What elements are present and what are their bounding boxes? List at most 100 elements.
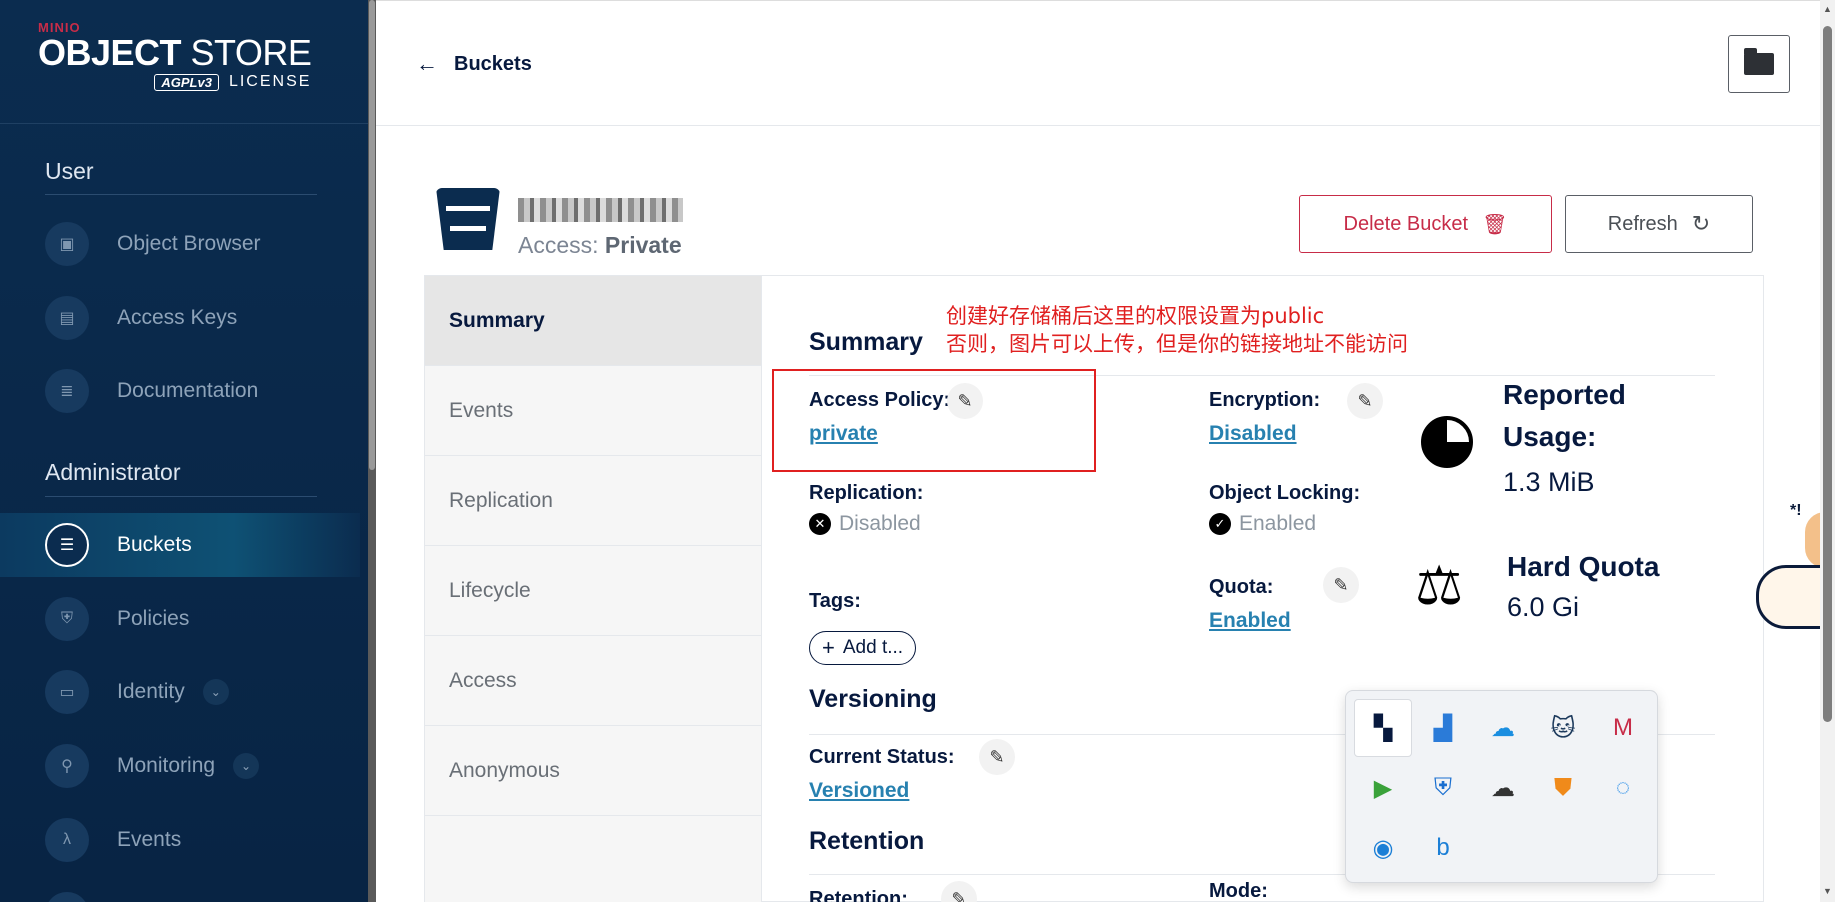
play-icon[interactable]: ▶ (1354, 759, 1412, 817)
annotation-text: 创建好存储桶后这里的权限设置为public 否则，图片可以上传，但是你的链接地址… (946, 304, 1408, 356)
bing-icon[interactable]: b (1414, 819, 1472, 877)
defender-warning-icon[interactable]: ⛨ (1414, 759, 1472, 817)
logo-license: AGPLv3 LICENSE (38, 73, 311, 91)
page-scrollbar[interactable]: ▲ ▼ (1820, 0, 1835, 902)
refresh-label: Refresh (1607, 212, 1678, 235)
tiers-icon (45, 892, 89, 902)
sidebar-item-label: Buckets (117, 533, 192, 556)
sidebar-item-monitoring[interactable]: ⚲ Monitoring ⌄ (0, 734, 360, 798)
bucket-name-redacted (518, 198, 683, 222)
divider (0, 123, 368, 124)
sidebar-item-policies[interactable]: ⛨ Policies (0, 587, 360, 651)
quota-value-link[interactable]: Enabled (1209, 609, 1291, 633)
delete-bucket-label: Delete Bucket (1343, 212, 1469, 235)
tab-access[interactable]: Access (425, 636, 761, 726)
identity-icon: ▭ (45, 670, 89, 714)
refresh-icon: ↻ (1691, 211, 1711, 236)
sidebar-item-identity[interactable]: ▭ Identity ⌄ (0, 660, 360, 724)
replication-label: Replication: (809, 482, 924, 504)
summary-heading: Summary (809, 328, 923, 356)
sparkle-icon: *! (1790, 502, 1802, 519)
chat-icon[interactable]: ◌ (1594, 759, 1652, 817)
versioning-heading: Versioning (809, 685, 937, 713)
tab-summary[interactable]: Summary (425, 276, 761, 366)
folder-icon (1744, 48, 1774, 75)
x-circle-icon: ✕ (809, 513, 831, 535)
object-locking-label: Object Locking: (1209, 482, 1361, 504)
sidebar-item-label: Policies (117, 607, 190, 630)
section-user: User (45, 158, 94, 184)
tab-replication[interactable]: Replication (425, 456, 761, 546)
edit-quota-pencil-icon[interactable]: ✎ (1323, 567, 1359, 603)
bucket-large-icon (436, 188, 500, 250)
bucket-tabs: Summary Events Replication Lifecycle Acc… (425, 276, 762, 902)
reported-usage-value: 1.3 MiB (1503, 467, 1595, 497)
app-grid-icon[interactable]: ▚ (1354, 699, 1412, 757)
edit-retention-pencil-icon[interactable]: ✎ (941, 881, 977, 902)
bucket-icon: ☰ (45, 523, 89, 567)
gavel-icon: ⚖ (1415, 556, 1464, 616)
sidebar-item-buckets[interactable]: ☰ Buckets (0, 513, 360, 577)
minio-logo[interactable]: MINIO OBJECT STORE AGPLv3 LICENSE (38, 20, 312, 91)
replication-status: ✕ Disabled (809, 512, 921, 536)
edit-encryption-pencil-icon[interactable]: ✎ (1347, 383, 1383, 419)
arrow-left-icon: ← (416, 51, 438, 76)
tags-label: Tags: (809, 590, 861, 612)
sidebar-item-label: Object Browser (117, 232, 261, 255)
back-label: Buckets (454, 52, 532, 75)
mascot-widget[interactable] (1756, 565, 1826, 629)
chevron-down-icon[interactable]: ⌄ (233, 753, 260, 779)
divider (45, 496, 317, 497)
retention-label: Retention: (809, 888, 908, 902)
shield-icon: ⛨ (45, 597, 89, 641)
sidebar-item-label: Monitoring (117, 754, 216, 777)
sidebar-item-documentation[interactable]: ≣ Documentation (0, 359, 360, 423)
back-to-buckets-link[interactable]: ← Buckets (416, 51, 532, 77)
image-viewer-icon[interactable]: ▟ (1414, 699, 1472, 757)
usage-pie-icon (1421, 416, 1473, 468)
hard-quota-value: 6.0 Gi (1507, 592, 1580, 622)
tab-anonymous[interactable]: Anonymous (425, 726, 761, 816)
chevron-down-icon[interactable]: ⌄ (202, 679, 229, 705)
sidebar-item-events[interactable]: λ Events (0, 808, 360, 872)
edge-icon[interactable]: ◉ (1354, 819, 1412, 877)
versioning-status-link[interactable]: Versioned (809, 779, 909, 803)
object-locking-status: ✓ Enabled (1209, 512, 1316, 536)
page-header: ← Buckets (376, 0, 1820, 126)
sidebar-item-label: Access Keys (117, 306, 238, 329)
monitoring-icon: ⚲ (45, 744, 89, 788)
divider (45, 194, 317, 195)
annotation-highlight-box (772, 369, 1096, 472)
edit-versioning-pencil-icon[interactable]: ✎ (979, 739, 1015, 775)
sidebar: MINIO OBJECT STORE AGPLv3 LICENSE User ▣… (0, 0, 368, 902)
reported-usage-title: Reported Usage: (1503, 379, 1626, 452)
tab-events[interactable]: Events (425, 366, 761, 456)
retention-heading: Retention (809, 827, 925, 855)
hard-quota-title: Hard Quota (1507, 551, 1660, 582)
sidebar-item-partial[interactable] (0, 882, 360, 902)
section-administrator: Administrator (45, 459, 181, 485)
delete-bucket-button[interactable]: Delete Bucket 🗑 (1299, 195, 1552, 253)
logo-title: OBJECT STORE (38, 32, 312, 73)
cloud-icon[interactable]: ☁ (1474, 699, 1532, 757)
refresh-button[interactable]: Refresh ↻ (1565, 195, 1753, 253)
sidebar-scrollbar[interactable] (368, 0, 376, 902)
encryption-value-link[interactable]: Disabled (1209, 422, 1297, 446)
cat-icon[interactable]: 🐱 (1534, 699, 1592, 757)
add-tag-button[interactable]: + Add t... (809, 631, 917, 665)
quota-label: Quota: (1209, 576, 1274, 598)
check-circle-icon: ✓ (1209, 513, 1231, 535)
encryption-label: Encryption: (1209, 389, 1321, 411)
browse-folder-button[interactable] (1728, 35, 1790, 93)
firewall-icon[interactable]: ⛊ (1534, 759, 1592, 817)
sidebar-item-label: Events (117, 828, 182, 851)
mode-label: Mode: (1209, 880, 1268, 902)
sidebar-item-label: Documentation (117, 379, 259, 402)
sidebar-item-object-browser[interactable]: ▣ Object Browser (0, 212, 360, 276)
cloud-offline-icon[interactable]: ☁ (1474, 759, 1532, 817)
tab-lifecycle[interactable]: Lifecycle (425, 546, 761, 636)
agpl-badge: AGPLv3 (154, 73, 219, 91)
sidebar-item-access-keys[interactable]: ▤ Access Keys (0, 286, 360, 350)
m-logo-icon[interactable]: M (1594, 699, 1652, 757)
trash-icon: 🗑 (1482, 213, 1508, 236)
